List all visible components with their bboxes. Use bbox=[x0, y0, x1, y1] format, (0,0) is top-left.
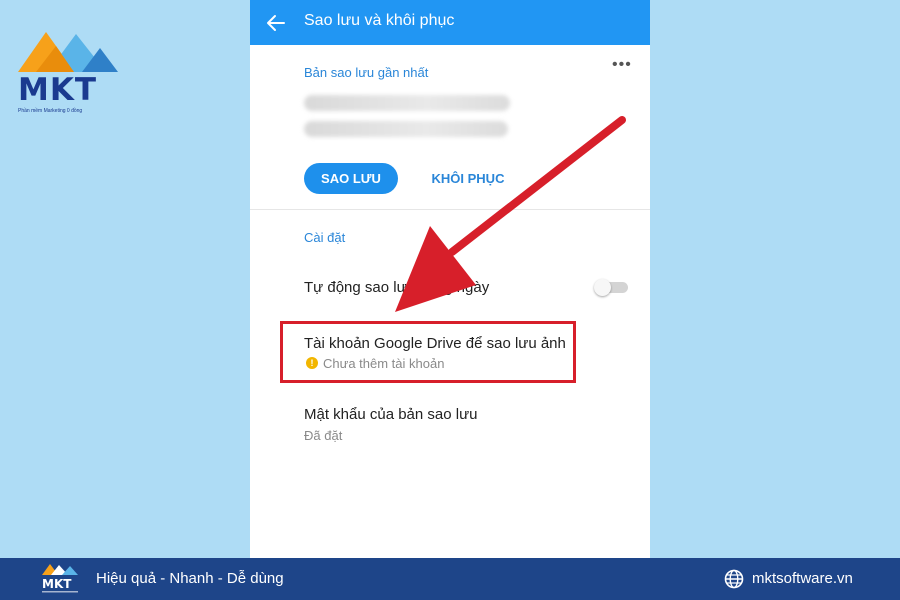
warning-icon: ! bbox=[306, 357, 318, 369]
logo-tagline: Phần mềm Marketing 0 đồng bbox=[18, 108, 83, 114]
google-drive-status: Chưa thêm tài khoản bbox=[323, 356, 445, 371]
google-drive-account-label[interactable]: Tài khoản Google Drive để sao lưu ảnh bbox=[304, 335, 566, 352]
backup-password-label[interactable]: Mật khẩu của bản sao lưu bbox=[304, 406, 477, 423]
mkt-logo: MKT Phần mềm Marketing 0 đồng bbox=[14, 26, 126, 116]
website-link[interactable]: mktsoftware.vn bbox=[752, 570, 853, 587]
blurred-backup-info bbox=[304, 121, 508, 137]
footer-slogan: Hiệu quả - Nhanh - Dễ dùng bbox=[96, 570, 284, 587]
arrow-left-icon[interactable] bbox=[264, 11, 288, 35]
backup-button[interactable]: SAO LƯU bbox=[304, 163, 398, 194]
auto-backup-toggle[interactable] bbox=[594, 279, 628, 296]
auto-backup-label[interactable]: Tự động sao lưu hằng ngày bbox=[304, 279, 489, 296]
app-bar: Sao lưu và khôi phục bbox=[250, 0, 650, 45]
globe-icon bbox=[724, 569, 744, 589]
more-horizontal-icon[interactable]: ••• bbox=[612, 57, 632, 76]
blurred-backup-info bbox=[304, 95, 510, 111]
mkt-footer-logo-icon: MKT bbox=[42, 564, 78, 593]
backup-password-status: Đã đặt bbox=[304, 428, 343, 443]
mountain-logo-icon bbox=[18, 32, 118, 72]
footer-bar: MKT Hiệu quả - Nhanh - Dễ dùng mktsoftwa… bbox=[0, 558, 900, 600]
restore-button[interactable]: KHÔI PHỤC bbox=[420, 163, 516, 194]
toggle-thumb bbox=[594, 279, 611, 296]
divider bbox=[250, 209, 650, 210]
page-title: Sao lưu và khôi phục bbox=[304, 12, 455, 29]
settings-section-label: Cài đặt bbox=[304, 230, 346, 245]
svg-text:MKT: MKT bbox=[42, 577, 72, 591]
phone-screen: Sao lưu và khôi phục Bản sao lưu gần nhấ… bbox=[250, 0, 650, 558]
latest-backup-label: Bản sao lưu gần nhất bbox=[304, 65, 429, 80]
logo-text: MKT bbox=[18, 72, 98, 108]
